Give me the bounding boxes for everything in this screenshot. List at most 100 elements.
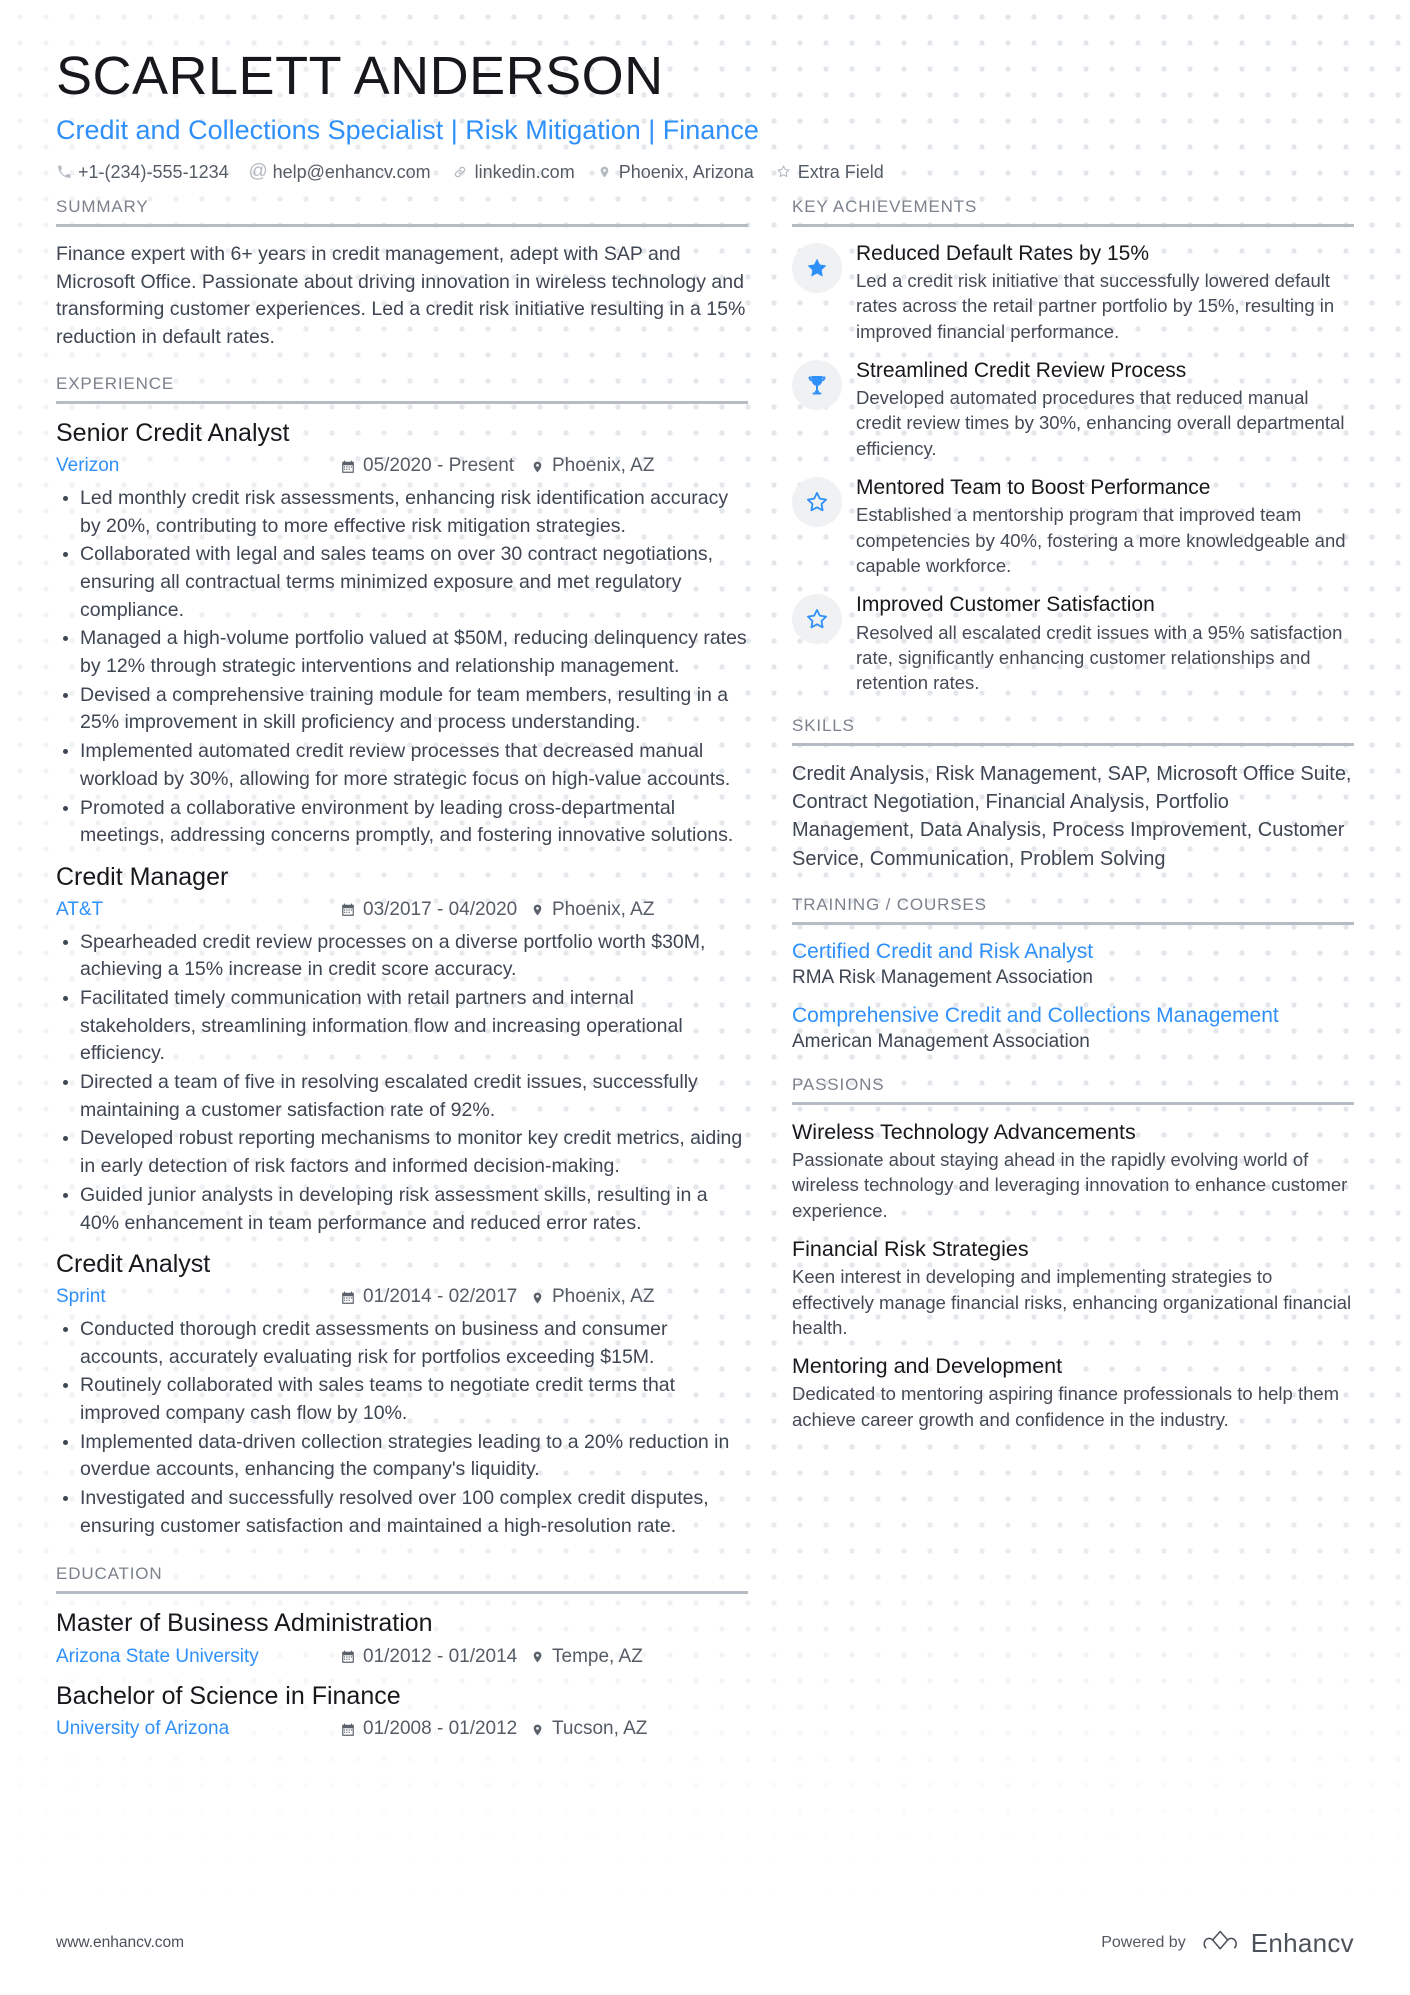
experience-bullets: Led monthly credit risk assessments, enh… bbox=[56, 485, 748, 850]
course-organization: American Management Association bbox=[792, 1031, 1090, 1053]
location-pin-icon bbox=[530, 902, 545, 918]
star-outline-icon bbox=[776, 164, 791, 180]
experience-role: Senior Credit Analyst bbox=[56, 419, 290, 448]
achievement-item: Mentored Team to Boost Performance Estab… bbox=[792, 475, 1354, 578]
resume-header: SCARLETT ANDERSON Credit and Collections… bbox=[56, 48, 1354, 181]
contact-linkedin[interactable]: linkedin.com bbox=[453, 163, 575, 181]
achievement-badge bbox=[792, 359, 842, 410]
experience-location-text: Phoenix, AZ bbox=[552, 455, 655, 477]
passion-item: Mentoring and Development Dedicated to m… bbox=[792, 1353, 1354, 1432]
experience-dates-text: 03/2017 - 04/2020 bbox=[363, 899, 518, 921]
footer-website-url[interactable]: www.enhancv.com bbox=[56, 1934, 184, 1952]
section-title-summary: SUMMARY bbox=[56, 196, 149, 216]
experience-dates: 01/2014 - 02/2017 bbox=[340, 1283, 530, 1312]
education-dates: 01/2012 - 01/2014 bbox=[340, 1643, 530, 1672]
achievement-badge bbox=[792, 242, 842, 293]
location-pin-icon bbox=[530, 1290, 545, 1306]
course-name[interactable]: Certified Credit and Risk Analyst bbox=[792, 939, 1354, 965]
section-education: EDUCATION Master of Business Administrat… bbox=[56, 1564, 748, 1744]
bullet-item: Guided junior analysts in developing ris… bbox=[56, 1182, 748, 1237]
star-filled-icon bbox=[805, 256, 829, 280]
link-icon bbox=[453, 164, 468, 180]
location-pin-icon bbox=[530, 1722, 545, 1738]
left-column: SUMMARY Finance expert with 6+ years in … bbox=[56, 197, 792, 1750]
experience-company[interactable]: AT&T bbox=[56, 896, 340, 925]
education-location-text: Tempe, AZ bbox=[552, 1645, 643, 1667]
achievement-text: Led a credit risk initiative that succes… bbox=[856, 269, 1335, 342]
achievement-title: Streamlined Credit Review Process bbox=[856, 358, 1187, 382]
bullet-item: Routinely collaborated with sales teams … bbox=[56, 1372, 748, 1427]
experience-location: Phoenix, AZ bbox=[530, 1283, 654, 1312]
resume-page: SCARLETT ANDERSON Credit and Collections… bbox=[0, 0, 1410, 1995]
contact-email[interactable]: @ help@enhancv.com bbox=[248, 161, 430, 183]
experience-location-text: Phoenix, AZ bbox=[552, 899, 655, 921]
achievement-body: Mentored Team to Boost Performance Estab… bbox=[856, 475, 1354, 578]
section-experience: EXPERIENCE Senior Credit Analyst Verizon… bbox=[56, 374, 748, 1540]
section-skills: SKILLS Credit Analysis, Risk Management,… bbox=[792, 716, 1354, 874]
course-name[interactable]: Comprehensive Credit and Collections Man… bbox=[792, 1003, 1354, 1029]
achievement-item: Streamlined Credit Review Process Develo… bbox=[792, 358, 1354, 461]
experience-company[interactable]: Verizon bbox=[56, 452, 340, 481]
experience-meta: Sprint 01/2014 - 02/2017 Phoenix, AZ bbox=[56, 1283, 748, 1312]
summary-text: Finance expert with 6+ years in credit m… bbox=[56, 242, 746, 349]
education-school[interactable]: University of Arizona bbox=[56, 1715, 340, 1744]
education-dates: 01/2008 - 01/2012 bbox=[340, 1715, 530, 1744]
section-rule bbox=[792, 223, 1354, 227]
section-rule bbox=[56, 1591, 748, 1595]
candidate-name: SCARLETT ANDERSON bbox=[56, 46, 664, 106]
enhancv-logo: Enhancv bbox=[1202, 1928, 1354, 1959]
experience-location-text: Phoenix, AZ bbox=[552, 1286, 655, 1308]
bullet-item: Directed a team of five in resolving esc… bbox=[56, 1069, 748, 1124]
section-title-training-courses: TRAINING / COURSES bbox=[792, 895, 987, 915]
bullet-item: Investigated and successfully resolved o… bbox=[56, 1485, 748, 1540]
education-entry: Bachelor of Science in Finance Universit… bbox=[56, 1681, 748, 1744]
contact-phone[interactable]: +1-(234)-555-1234 bbox=[56, 163, 229, 181]
passion-title: Financial Risk Strategies bbox=[792, 1237, 1029, 1262]
education-school[interactable]: Arizona State University bbox=[56, 1643, 340, 1672]
passion-text: Passionate about staying ahead in the ra… bbox=[792, 1148, 1348, 1221]
skills-text: Credit Analysis, Risk Management, SAP, M… bbox=[792, 762, 1352, 870]
bullet-item: Implemented data-driven collection strat… bbox=[56, 1429, 748, 1484]
calendar-icon bbox=[340, 1722, 355, 1738]
star-outline-icon bbox=[805, 607, 829, 631]
bullet-item: Led monthly credit risk assessments, enh… bbox=[56, 485, 748, 540]
candidate-headline: Credit and Collections Specialist | Risk… bbox=[56, 114, 759, 145]
bullet-item: Managed a high-volume portfolio valued a… bbox=[56, 625, 748, 680]
section-title-experience: EXPERIENCE bbox=[56, 374, 175, 394]
location-pin-icon bbox=[530, 459, 545, 475]
resume-footer: www.enhancv.com Powered by Enhancv bbox=[0, 1891, 1410, 1995]
bullet-item: Spearheaded credit review processes on a… bbox=[56, 929, 748, 984]
education-dates-text: 01/2012 - 01/2014 bbox=[363, 1645, 518, 1667]
achievement-body: Improved Customer Satisfaction Resolved … bbox=[856, 592, 1354, 695]
bullet-item: Devised a comprehensive training module … bbox=[56, 682, 748, 737]
education-meta: University of Arizona 01/2008 - 01/2012 bbox=[56, 1715, 748, 1744]
section-title-key-achievements: KEY ACHIEVEMENTS bbox=[792, 196, 978, 216]
location-pin-icon bbox=[597, 164, 612, 180]
achievement-body: Streamlined Credit Review Process Develo… bbox=[856, 358, 1354, 461]
education-location: Tucson, AZ bbox=[530, 1715, 647, 1744]
contact-extra-field: Extra Field bbox=[776, 163, 884, 181]
bullet-item: Collaborated with legal and sales teams … bbox=[56, 541, 748, 624]
contact-extra-field-text: Extra Field bbox=[797, 161, 884, 182]
passion-text: Keen interest in developing and implemen… bbox=[792, 1266, 1352, 1338]
education-location: Tempe, AZ bbox=[530, 1643, 643, 1672]
experience-location: Phoenix, AZ bbox=[530, 452, 654, 481]
education-dates-text: 01/2008 - 01/2012 bbox=[363, 1718, 518, 1740]
experience-entry: Credit Manager AT&T 03/2017 - 04/2020 Ph… bbox=[56, 862, 748, 1237]
enhancv-mark-icon bbox=[1202, 1928, 1242, 1959]
education-degree: Master of Business Administration bbox=[56, 1609, 433, 1638]
passion-item: Wireless Technology Advancements Passion… bbox=[792, 1119, 1354, 1223]
achievement-text: Developed automated procedures that redu… bbox=[856, 387, 1345, 459]
experience-company[interactable]: Sprint bbox=[56, 1283, 340, 1312]
resume-columns: SUMMARY Finance expert with 6+ years in … bbox=[56, 197, 1354, 1750]
education-meta: Arizona State University 01/2012 - 01/20… bbox=[56, 1643, 748, 1672]
education-degree: Bachelor of Science in Finance bbox=[56, 1682, 401, 1711]
education-entry: Master of Business Administration Arizon… bbox=[56, 1608, 748, 1671]
experience-bullets: Conducted thorough credit assessments on… bbox=[56, 1316, 748, 1541]
email-icon: @ bbox=[248, 161, 268, 183]
calendar-icon bbox=[340, 1290, 355, 1306]
contact-row: +1-(234)-555-1234 @ help@enhancv.com lin… bbox=[56, 161, 1354, 183]
experience-dates: 03/2017 - 04/2020 bbox=[340, 896, 530, 925]
experience-entry: Credit Analyst Sprint 01/2014 - 02/2017 bbox=[56, 1249, 748, 1540]
education-location-text: Tucson, AZ bbox=[552, 1718, 648, 1740]
